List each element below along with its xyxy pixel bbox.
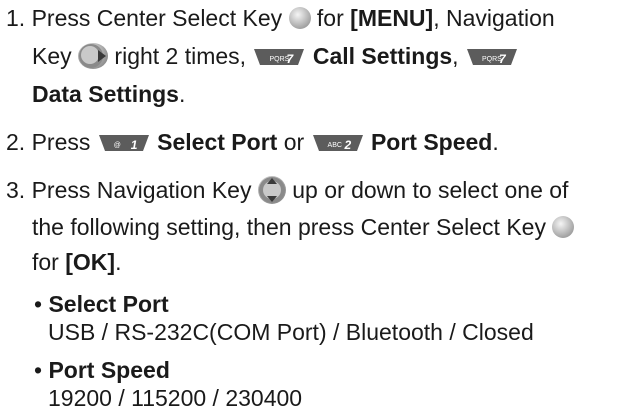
select-port-label: Select Port bbox=[157, 129, 278, 155]
step3-line1-end: up or down to select one of bbox=[292, 177, 569, 203]
key-1-icon: 1 @ bbox=[97, 133, 151, 153]
center-select-key-icon bbox=[288, 7, 311, 29]
bullet-title: Select Port bbox=[48, 291, 169, 317]
ok-label: [OK] bbox=[65, 249, 116, 275]
key-7-icon-second: 7 PQRS bbox=[465, 47, 519, 67]
step1-line1: 1. Press Center Select Key for [MENU], N… bbox=[6, 4, 555, 32]
right-times-text: right 2 times, bbox=[114, 43, 247, 69]
bullet-title: Port Speed bbox=[48, 357, 170, 383]
bullet-port-speed-values: 19200 / 115200 / 230400 bbox=[48, 384, 302, 412]
step3-line1: 3. Press Navigation Key up or down to se… bbox=[6, 176, 568, 204]
step3-line2-text: the following setting, then press Center… bbox=[32, 214, 546, 240]
step1-line3: Data Settings. bbox=[32, 81, 186, 107]
center-select-key-icon-second bbox=[552, 216, 575, 238]
menu-label: [MENU] bbox=[350, 5, 434, 31]
data-settings-label: Data Settings bbox=[32, 81, 179, 107]
step3-number: 3. bbox=[6, 177, 26, 203]
key-7-icon: 7 PQRS bbox=[252, 47, 306, 67]
bullet-values: USB / RS-232C(COM Port) / Bluetooth / Cl… bbox=[48, 319, 534, 345]
or-text: or bbox=[283, 129, 305, 155]
bullet-select-port-title: • Select Port bbox=[34, 290, 169, 318]
navigation-up-down-key-icon bbox=[257, 176, 286, 204]
navigation-right-key-icon bbox=[78, 43, 109, 69]
step1-press-text: Press Center Select Key bbox=[31, 5, 283, 31]
key-word: Key bbox=[32, 43, 72, 69]
nav-prefix-text: , Navigation bbox=[433, 5, 555, 31]
call-settings-label: Call Settings bbox=[312, 43, 453, 69]
port-speed-label: Port Speed bbox=[370, 129, 493, 155]
bullet-select-port-values: USB / RS-232C(COM Port) / Bluetooth / Cl… bbox=[48, 318, 534, 346]
step3-line3: for [OK]. bbox=[32, 249, 122, 275]
step2-line: 2. Press 1 @ Select Port or 2 ABC Port Spe… bbox=[6, 129, 499, 155]
for-text: for bbox=[316, 5, 344, 31]
bullet-port-speed-title: • Port Speed bbox=[34, 356, 170, 384]
bullet-dot-icon: • bbox=[34, 357, 43, 383]
step1-number: 1. bbox=[6, 5, 26, 31]
bullet-values: 19200 / 115200 / 230400 bbox=[48, 385, 303, 411]
bullet-dot-icon: • bbox=[34, 291, 43, 317]
step3-line2: the following setting, then press Center… bbox=[32, 213, 575, 241]
step1-line2: Key right 2 times, 7 PQRS Call Settings, … bbox=[32, 42, 519, 70]
step3-line1-text: Press Navigation Key bbox=[31, 177, 252, 203]
step2-number: 2. bbox=[6, 129, 26, 155]
key-2-icon: 2 ABC bbox=[311, 133, 365, 153]
step2-press-text: Press bbox=[31, 129, 91, 155]
for-text-ok: for bbox=[32, 249, 59, 275]
